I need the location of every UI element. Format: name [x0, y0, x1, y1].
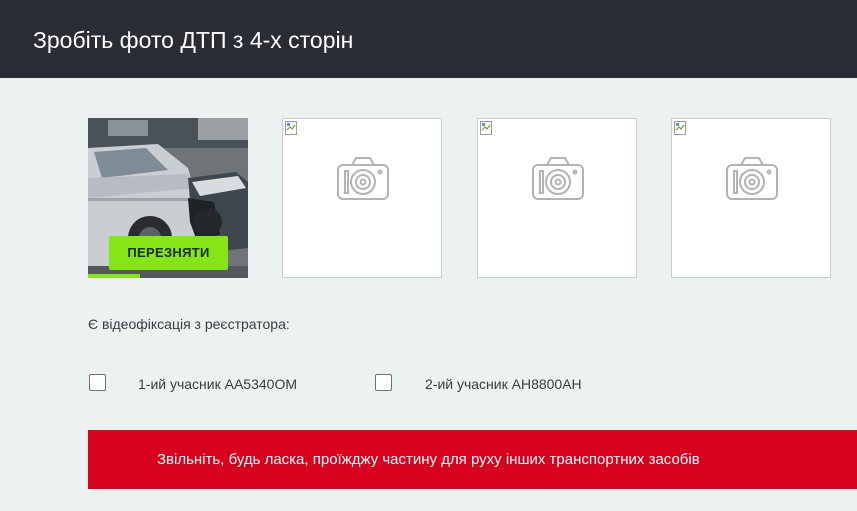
participant-2-label: 2-ий учасник АН8800АН — [425, 376, 582, 392]
broken-image-icon — [480, 121, 492, 135]
page-header: Зробіть фото ДТП з 4-х сторін — [0, 0, 857, 78]
camera-icon — [532, 157, 584, 200]
participant-1-checkbox[interactable] — [89, 374, 106, 391]
page-title: Зробіть фото ДТП з 4-х сторін — [33, 27, 354, 53]
camera-icon — [726, 157, 778, 200]
upload-progress-bar — [88, 274, 140, 278]
photo-slot-2[interactable] — [282, 118, 442, 278]
photo-slot-4[interactable] — [671, 118, 831, 278]
video-recording-label: Є відеофіксація з реєстратора: — [88, 316, 290, 332]
warning-banner: Звільніть, будь ласка, проїжджу частину … — [88, 430, 857, 489]
participant-1-label: 1-ий учасник АА5340ОМ — [138, 376, 297, 392]
participant-2-checkbox[interactable] — [375, 374, 392, 391]
retake-button[interactable]: ПЕРЕЗНЯТИ — [109, 236, 228, 270]
broken-image-icon — [285, 121, 297, 135]
photo-slot-3[interactable] — [477, 118, 637, 278]
camera-icon — [337, 157, 389, 200]
broken-image-icon — [674, 121, 686, 135]
photo-slot-1[interactable]: ПЕРЕЗНЯТИ — [88, 118, 248, 278]
warning-message: Звільніть, будь ласка, проїжджу частину … — [157, 451, 700, 468]
